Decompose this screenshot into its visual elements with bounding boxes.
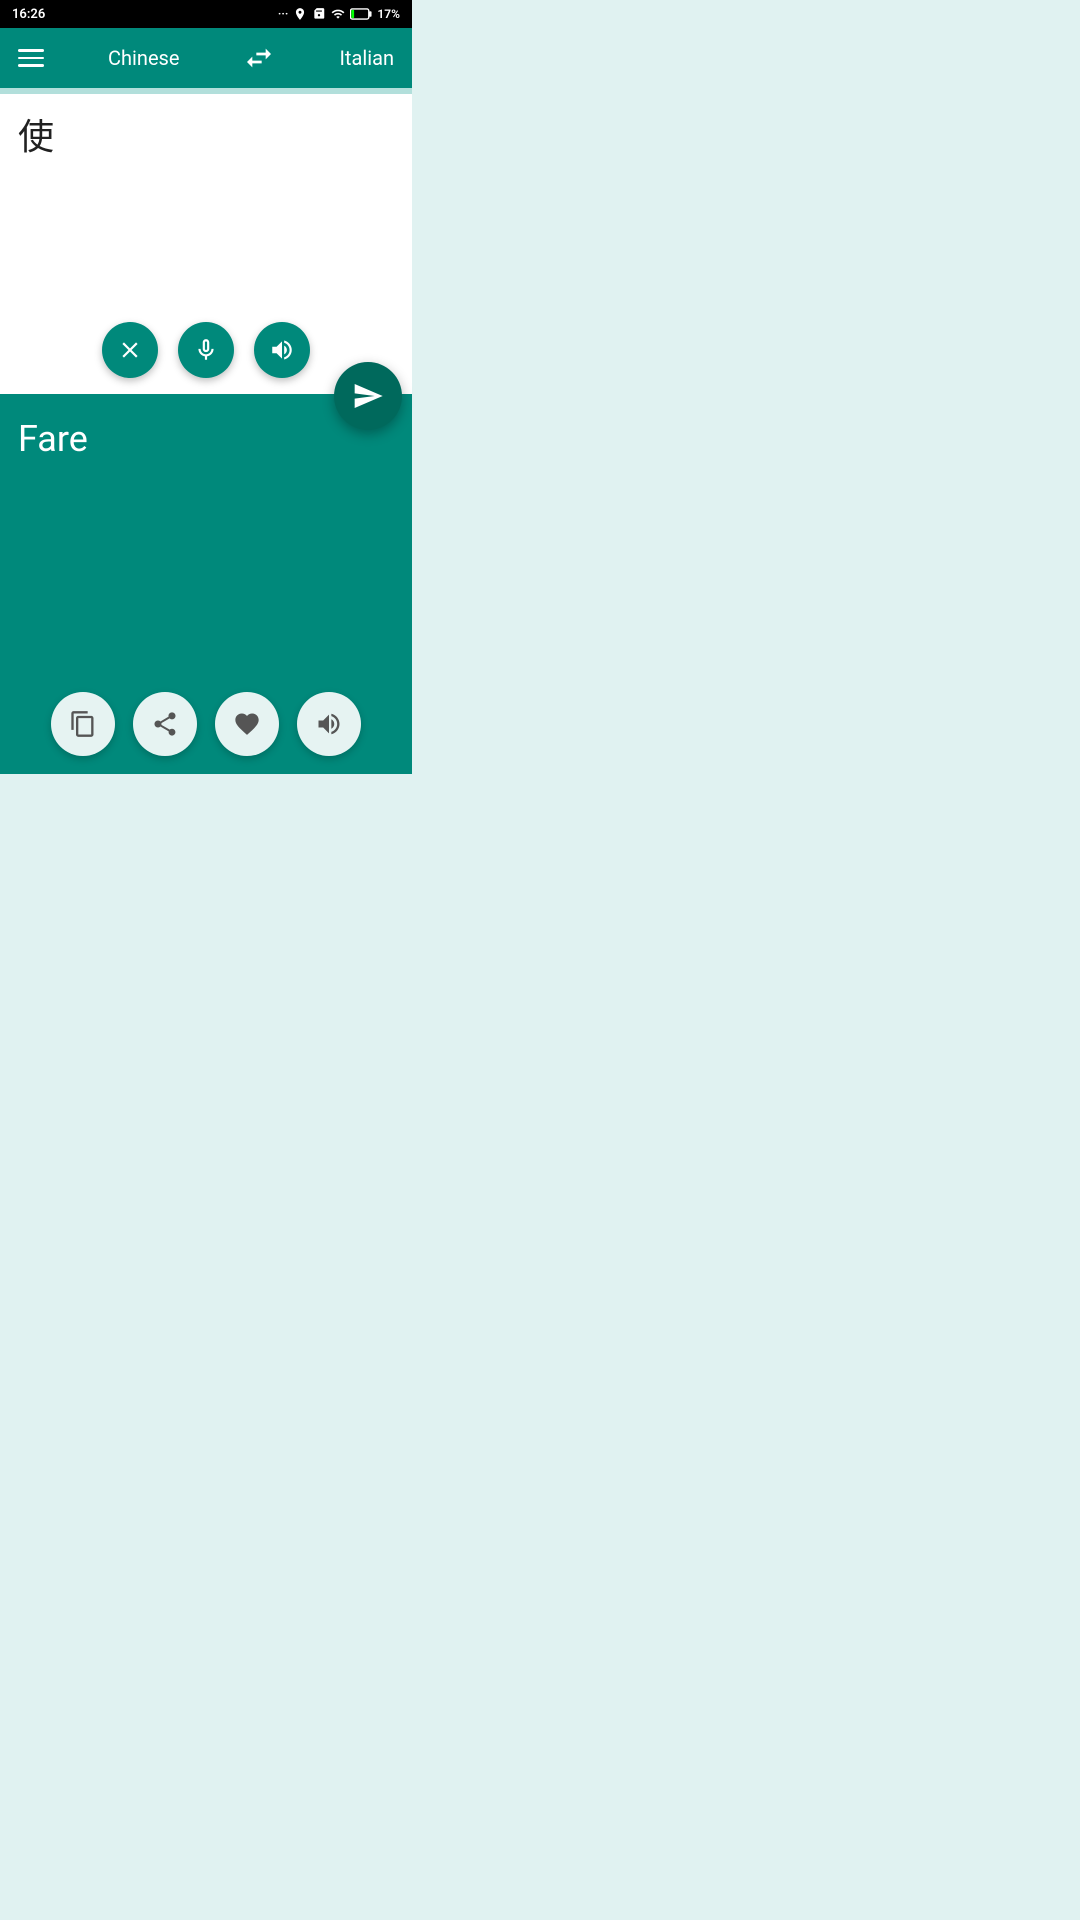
output-action-bar <box>51 692 361 756</box>
battery-percent: 17% <box>377 7 400 21</box>
input-section: 使 <box>0 94 412 394</box>
time-display: 16:26 <box>12 7 45 22</box>
copy-button[interactable] <box>51 692 115 756</box>
output-text: Fare <box>18 418 394 460</box>
status-bar: 16:26 ··· 17% <box>0 0 412 28</box>
share-button[interactable] <box>133 692 197 756</box>
output-section: Fare <box>0 394 412 774</box>
status-icons: ··· 17% <box>278 7 400 21</box>
swap-languages-button[interactable] <box>243 42 275 74</box>
signal-icon <box>331 7 345 21</box>
app-header: Chinese Italian <box>0 28 412 88</box>
menu-button[interactable] <box>18 49 44 67</box>
input-text[interactable]: 使 <box>18 114 394 161</box>
favorite-button[interactable] <box>215 692 279 756</box>
translate-button[interactable] <box>334 362 402 430</box>
input-action-bar <box>102 322 310 378</box>
speak-input-button[interactable] <box>254 322 310 378</box>
battery-icon <box>350 7 372 21</box>
dots-icon: ··· <box>278 7 289 21</box>
sim-icon <box>312 7 326 21</box>
input-area[interactable]: 使 <box>0 94 412 394</box>
source-language[interactable]: Chinese <box>108 46 179 70</box>
target-language[interactable]: Italian <box>339 46 394 70</box>
speak-output-button[interactable] <box>297 692 361 756</box>
microphone-button[interactable] <box>178 322 234 378</box>
clear-button[interactable] <box>102 322 158 378</box>
alarm-icon <box>293 7 307 21</box>
